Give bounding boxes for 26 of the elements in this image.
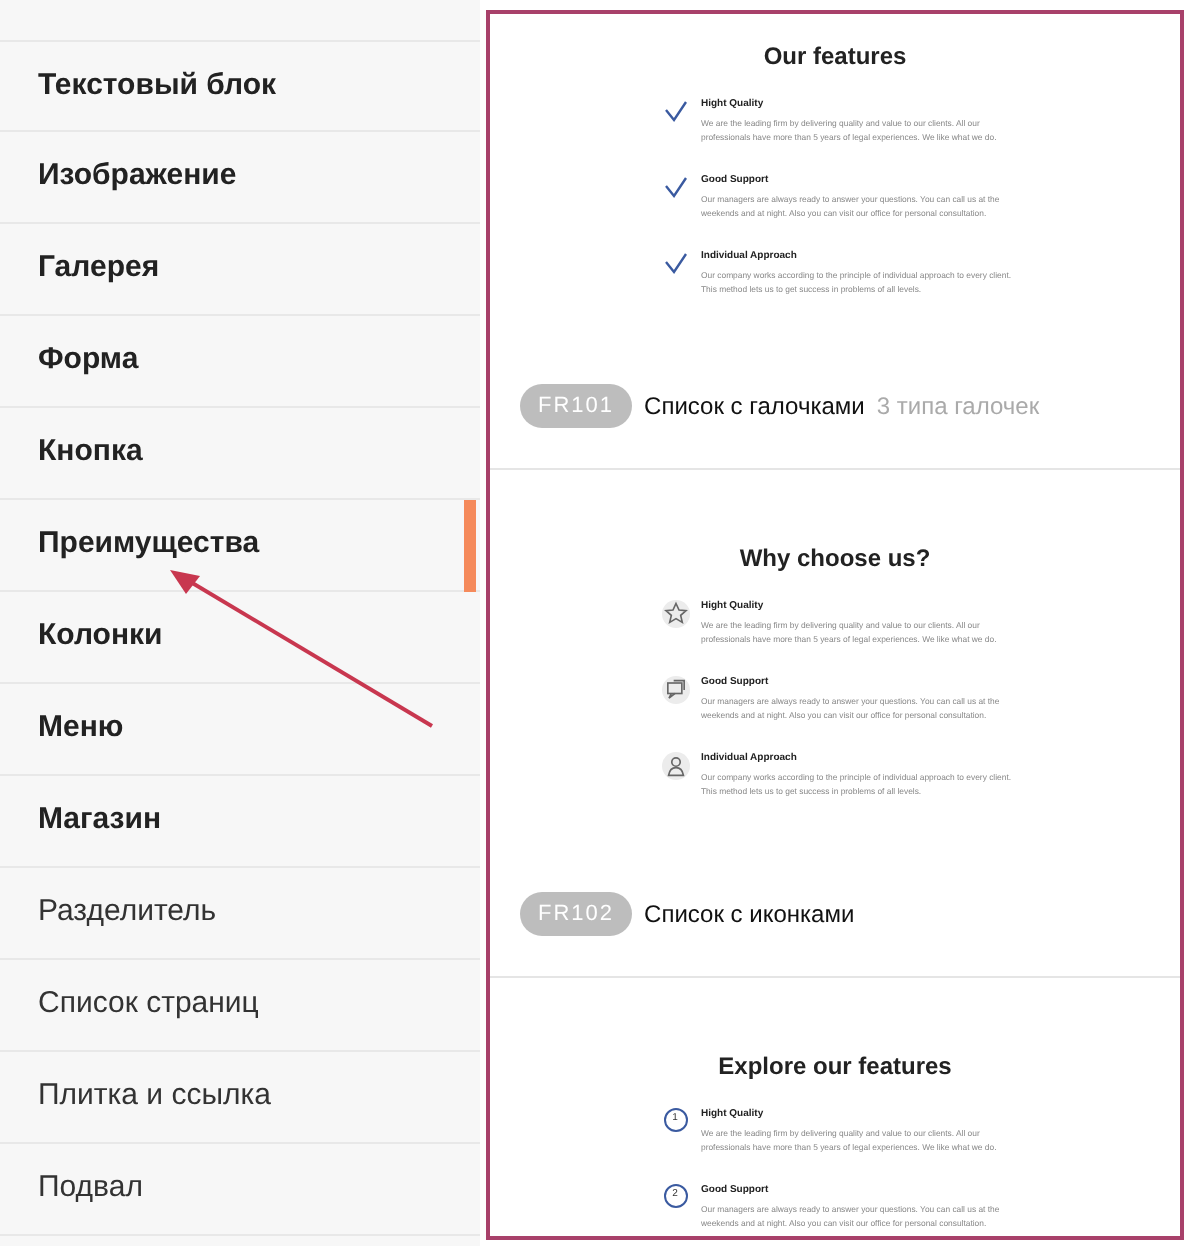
sidebar-item[interactable]: Колонки: [0, 592, 480, 684]
code-badge: FR101: [520, 384, 633, 428]
sidebar-item[interactable]: Список страниц: [0, 960, 480, 1052]
sidebar-item[interactable]: Галерея: [0, 224, 480, 316]
block-name: Список с галочками: [644, 390, 865, 424]
star-icon: [661, 600, 689, 628]
sidebar-item[interactable]: Изображение: [0, 132, 480, 224]
check-icon: [663, 252, 687, 274]
sidebar-item[interactable]: Меню: [0, 684, 480, 776]
sidebar-item[interactable]: Подвал: [0, 1144, 480, 1236]
check-icon: [663, 176, 687, 198]
code-badge: FR102: [520, 892, 633, 936]
sidebar-item[interactable]: Разделитель: [0, 868, 480, 960]
section-title: Why choose us?: [739, 542, 931, 576]
block-name: Список с иконками: [644, 898, 855, 932]
person-icon: [661, 752, 689, 780]
sidebar-item[interactable]: Кнопка: [0, 408, 480, 500]
sidebar-item[interactable]: Плитка и ссылка: [0, 1052, 480, 1144]
sidebar-item[interactable]: Текстовый блок: [0, 40, 480, 132]
check-icon: [663, 100, 687, 122]
section-title: Explore our features: [718, 1050, 952, 1084]
block-note: 3 типа галочек: [876, 390, 1040, 424]
chat-icon: [661, 676, 689, 704]
section-title: Our features: [763, 40, 907, 74]
sidebar-item[interactable]: Магазин: [0, 776, 480, 868]
sidebar-item[interactable]: Форма: [0, 316, 480, 408]
